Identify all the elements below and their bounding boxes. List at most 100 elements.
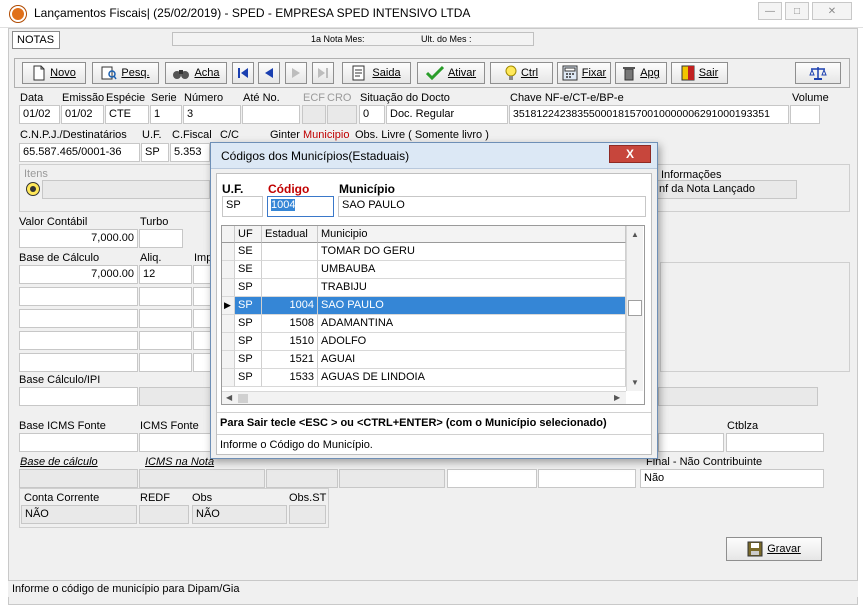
numero-field[interactable]: 3 xyxy=(183,105,241,124)
first-record-button[interactable] xyxy=(232,62,254,84)
scale-button[interactable] xyxy=(795,62,841,84)
row-3-municipio[interactable]: TRABIJU xyxy=(318,279,626,297)
next-record-button[interactable] xyxy=(285,62,307,84)
row-8-estadual[interactable]: 1533 xyxy=(262,369,318,387)
ipi-field[interactable] xyxy=(19,387,138,406)
previous-record-button[interactable] xyxy=(258,62,280,84)
cnpj-field[interactable]: 65.587.465/0001-36 xyxy=(19,143,140,162)
base-row-4-base[interactable] xyxy=(19,331,138,350)
apg-button[interactable]: Apg xyxy=(615,62,667,84)
row-3-uf[interactable]: SP xyxy=(235,279,262,297)
grid-col-estadual[interactable]: Estadual xyxy=(262,226,318,243)
volume-field[interactable] xyxy=(790,105,820,124)
row-4-uf[interactable]: SP xyxy=(235,297,262,315)
dialog-uf-field[interactable]: SP xyxy=(222,196,263,217)
ativar-button[interactable]: Ativar xyxy=(417,62,485,84)
scroll-left-icon[interactable]: ◀ xyxy=(226,393,232,402)
situacao-desc-field: Doc. Regular xyxy=(386,105,508,124)
base-icms-fonte-field[interactable] xyxy=(19,433,138,452)
hscroll-thumb[interactable] xyxy=(238,394,248,403)
icms-fonte-field[interactable] xyxy=(139,433,211,452)
cfiscal-field[interactable]: 5.353 xyxy=(170,143,210,162)
base-row-4-aliq[interactable] xyxy=(139,331,192,350)
turbo-field[interactable] xyxy=(139,229,183,248)
base-row-3-aliq[interactable] xyxy=(139,309,192,328)
dialog-municipio-field[interactable]: SAO PAULO xyxy=(338,196,646,217)
grid-col-uf[interactable]: UF xyxy=(235,226,262,243)
grid-vertical-scrollbar[interactable]: ▲ ▼ xyxy=(626,226,643,391)
dialog-close-button[interactable]: X xyxy=(609,145,651,163)
outros-field-5[interactable] xyxy=(447,469,537,488)
row-6-uf[interactable]: SP xyxy=(235,333,262,351)
saida-button[interactable]: Saida xyxy=(342,62,411,84)
row-6-municipio[interactable]: ADOLFO xyxy=(318,333,626,351)
grid-horizontal-scrollbar[interactable]: ◀ ▶ xyxy=(222,391,626,404)
ctblza-field[interactable] xyxy=(726,433,824,452)
row-8-municipio[interactable]: AGUAS DE LINDOIA xyxy=(318,369,626,387)
base-row-5-aliq[interactable] xyxy=(139,353,192,372)
base-row-2-aliq[interactable] xyxy=(139,287,192,306)
itens-field xyxy=(42,180,210,199)
obs-label: Obs xyxy=(192,492,213,504)
row-6-estadual[interactable]: 1510 xyxy=(262,333,318,351)
base-row-2-base[interactable] xyxy=(19,287,138,306)
redf-field[interactable] xyxy=(139,505,189,524)
row-3-estadual[interactable] xyxy=(262,279,318,297)
row-5-estadual[interactable]: 1508 xyxy=(262,315,318,333)
row-1-municipio[interactable]: TOMAR DO GERU xyxy=(318,243,626,261)
row-7-uf[interactable]: SP xyxy=(235,351,262,369)
base-row-5-base[interactable] xyxy=(19,353,138,372)
ipi-aux-field xyxy=(139,387,211,406)
gravar-button[interactable]: Gravar xyxy=(726,537,822,561)
row-7-municipio[interactable]: AGUAI xyxy=(318,351,626,369)
base-row-3-base[interactable] xyxy=(19,309,138,328)
situacao-code-field[interactable]: 0 xyxy=(359,105,385,124)
scroll-thumb[interactable] xyxy=(628,300,642,316)
icms-fonte-right-field[interactable] xyxy=(658,433,724,452)
data-field[interactable]: 01/02 xyxy=(19,105,60,124)
sair-button[interactable]: Sair xyxy=(671,62,728,84)
conta-corrente-field[interactable]: NÃO xyxy=(21,505,137,524)
row-2-estadual[interactable] xyxy=(262,261,318,279)
scroll-down-icon[interactable]: ▼ xyxy=(631,378,639,387)
row-1-uf[interactable]: SE xyxy=(235,243,262,261)
minimize-icon[interactable]: — xyxy=(758,2,782,20)
outros-field-6[interactable] xyxy=(538,469,636,488)
new-document-icon xyxy=(33,65,45,81)
row-4-municipio[interactable]: SAO PAULO xyxy=(318,297,626,315)
maximize-icon[interactable]: □ xyxy=(785,2,809,20)
ate-no-field[interactable] xyxy=(242,105,300,124)
row-5-uf[interactable]: SP xyxy=(235,315,262,333)
row-5-municipio[interactable]: ADAMANTINA xyxy=(318,315,626,333)
emissao-field[interactable]: 01/02 xyxy=(61,105,104,124)
close-icon[interactable]: ✕ xyxy=(812,2,852,20)
scroll-right-icon[interactable]: ▶ xyxy=(614,393,620,402)
chave-field[interactable]: 3518122423835500018157001000000629100019… xyxy=(509,105,789,124)
row-1-estadual[interactable] xyxy=(262,243,318,261)
pesq-button[interactable]: Pesq. xyxy=(92,62,159,84)
fixar-button[interactable]: Fixar xyxy=(557,62,611,84)
novo-button[interactable]: Novo xyxy=(22,62,86,84)
dialog-codigo-field[interactable]: 1004 xyxy=(267,196,334,217)
especie-field[interactable]: CTE xyxy=(105,105,149,124)
acha-button[interactable]: Acha xyxy=(165,62,227,84)
valor-contabil-field[interactable]: 7,000.00 xyxy=(19,229,138,248)
row-2-uf[interactable]: SE xyxy=(235,261,262,279)
row-4-estadual[interactable]: 1004 xyxy=(262,297,318,315)
obs-st-field[interactable] xyxy=(289,505,326,524)
obs-field[interactable]: NÃO xyxy=(192,505,287,524)
itens-radio-icon[interactable] xyxy=(26,182,40,196)
row-7-estadual[interactable]: 1521 xyxy=(262,351,318,369)
scroll-up-icon[interactable]: ▲ xyxy=(631,230,639,239)
row-2-municipio[interactable]: UMBAUBA xyxy=(318,261,626,279)
uf-field[interactable]: SP xyxy=(141,143,169,162)
serie-field[interactable]: 1 xyxy=(150,105,182,124)
base-row-1-base[interactable]: 7,000.00 xyxy=(19,265,138,284)
row-8-uf[interactable]: SP xyxy=(235,369,262,387)
last-record-button[interactable] xyxy=(312,62,334,84)
ctrl-button[interactable]: Ctrl xyxy=(490,62,553,84)
grid-col-municipio[interactable]: Municipio xyxy=(318,226,626,243)
nao-contribuinte-field[interactable]: Não xyxy=(640,469,824,488)
tab-notas[interactable]: NOTAS xyxy=(12,31,60,49)
base-row-1-aliq[interactable]: 12 xyxy=(139,265,192,284)
